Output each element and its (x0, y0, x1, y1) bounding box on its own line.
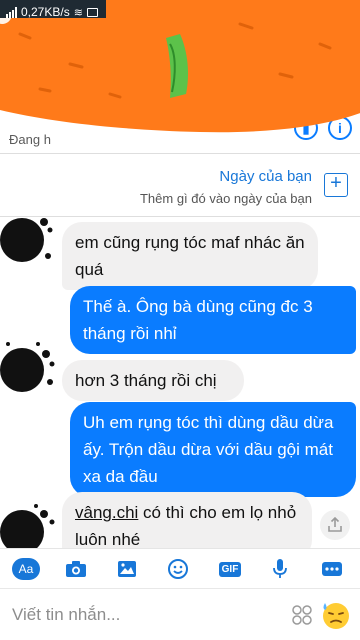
aa-label: Aa (12, 558, 40, 580)
microphone-icon[interactable] (268, 557, 292, 581)
photo-notification-icon (86, 7, 98, 17)
message-bubble-sent[interactable]: Uh em rụng tóc thì dùng dầu dừa ấy. Trộn… (70, 402, 356, 497)
status-bar-overlay: 0,27KB/s ≋ (0, 0, 360, 24)
text-style-icon[interactable]: Aa (12, 557, 40, 581)
contact-avatar (0, 342, 55, 392)
top-area: 0,27KB/s ▮ i Đang h 0,27KB/s ≋ (0, 0, 360, 152)
share-button[interactable] (320, 510, 350, 540)
signal-bars-icon (6, 6, 17, 18)
sticker-grid-icon[interactable] (290, 603, 314, 627)
emoji-reaction-icon[interactable] (320, 599, 352, 631)
message-bubble-received[interactable]: vâng.chi có thì cho em lọ nhỏ luôn nhé (62, 492, 312, 548)
composer-toolbar: Aa GIF (0, 548, 360, 588)
your-day-card[interactable]: Ngày của bạn Thêm gì đó vào ngày của bạn… (0, 153, 360, 217)
camera-icon[interactable] (64, 557, 88, 581)
network-speed-overlay: 0,27KB/s (21, 5, 70, 19)
contact-avatar (0, 218, 53, 262)
more-icon[interactable] (320, 557, 344, 581)
gif-label: GIF (218, 561, 242, 577)
message-bubble-received[interactable]: em cũng rụng tóc maf nhác ăn quá (62, 222, 318, 290)
sticker-icon[interactable] (166, 557, 190, 581)
message-link[interactable]: vâng.chi (75, 503, 138, 522)
message-input[interactable] (12, 599, 262, 631)
share-icon (328, 517, 342, 532)
message-bubble-received[interactable]: hơn 3 tháng rồi chị (62, 360, 244, 401)
your-day-title[interactable]: Ngày của bạn (219, 168, 312, 185)
image-icon[interactable] (115, 557, 139, 581)
status-left-overlay: 0,27KB/s ≋ (6, 5, 98, 19)
your-day-subtitle: Thêm gì đó vào ngày của bạn (139, 191, 312, 206)
message-bubble-sent[interactable]: Thế à. Ông bà dùng cũng đc 3 tháng rồi n… (70, 286, 356, 354)
composer (0, 588, 360, 640)
message-thread[interactable]: em cũng rụng tóc maf nhác ăn quá Thế à. … (0, 218, 360, 548)
wifi-icon: ≋ (73, 6, 83, 19)
contact-avatar (0, 504, 55, 548)
gif-icon[interactable]: GIF (217, 557, 243, 581)
add-day-button[interactable]: + (324, 173, 348, 197)
